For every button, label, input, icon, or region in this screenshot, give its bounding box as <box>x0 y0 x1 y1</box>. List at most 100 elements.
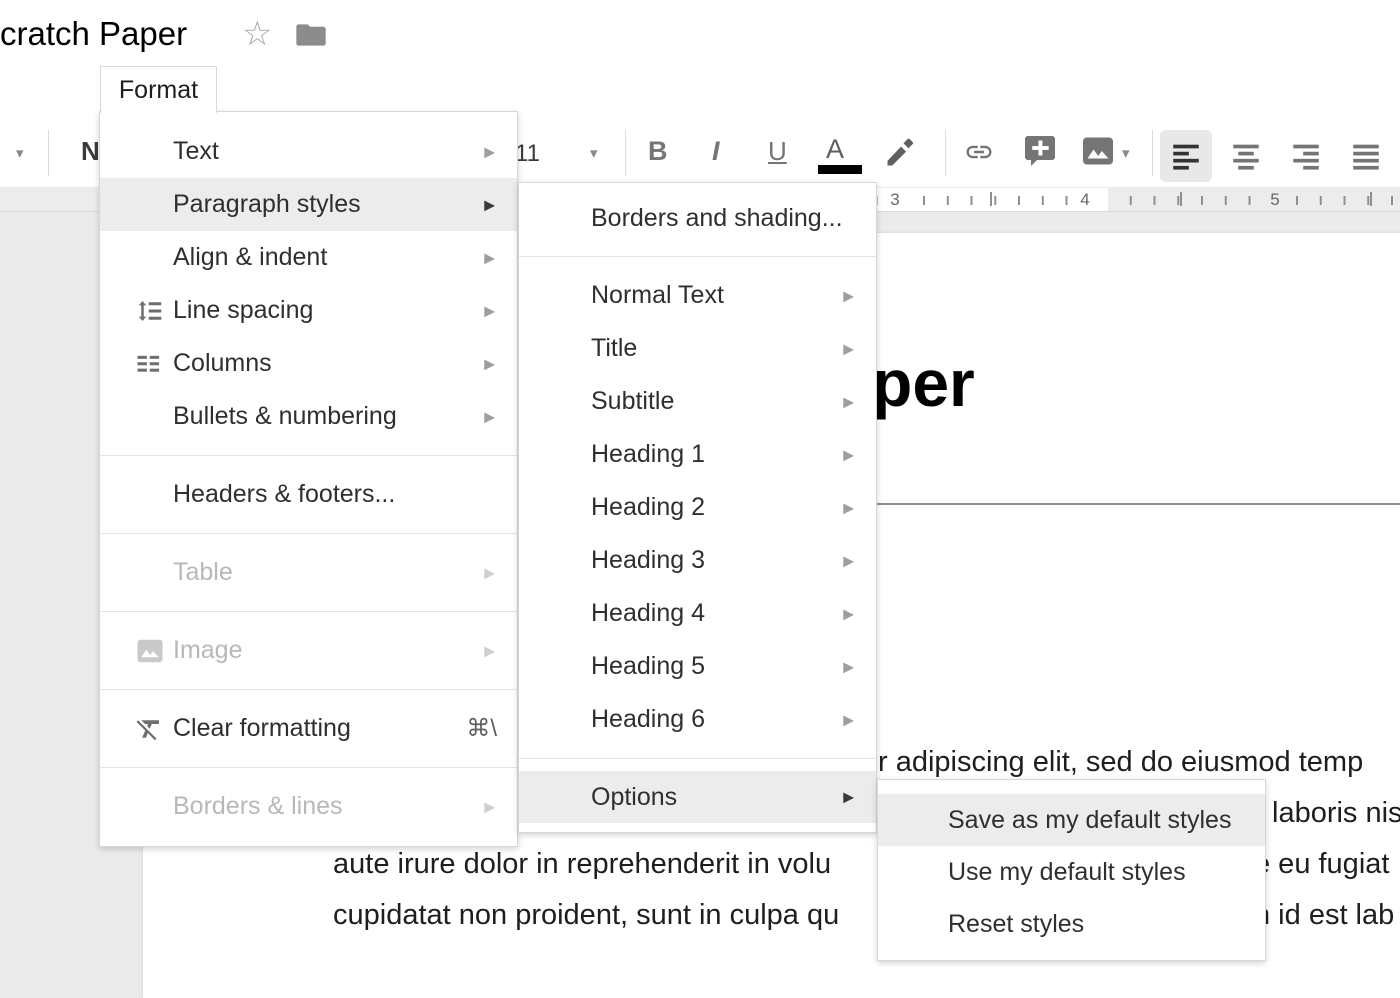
ruler-half-inch-tick <box>1370 192 1372 206</box>
ps-menu-item-borders-shading[interactable]: Borders and shading... <box>519 192 876 244</box>
menu-separator <box>100 455 517 456</box>
document-title-heading: per <box>872 345 975 421</box>
ps-menu-item-options[interactable]: Options <box>519 771 876 823</box>
menu-separator <box>100 533 517 534</box>
ruler-number: 4 <box>1074 190 1095 210</box>
format-menu-item-headers-footers[interactable]: Headers & footers... <box>100 468 517 521</box>
body-text-line: n id est lab <box>1254 899 1394 932</box>
submenu-arrow-icon <box>484 798 495 815</box>
highlight-color-button[interactable] <box>882 136 916 175</box>
image-icon <box>133 636 167 666</box>
italic-button[interactable]: I <box>712 136 720 167</box>
format-menu-item-table: Table <box>100 546 517 599</box>
format-menu: Text Paragraph styles Align & indent Lin… <box>99 111 518 847</box>
style-selector[interactable]: N <box>81 136 100 167</box>
keyboard-shortcut: ⌘\ <box>466 714 497 743</box>
align-right-button[interactable] <box>1280 130 1332 182</box>
ruler-left-margin[interactable] <box>0 188 99 212</box>
format-menu-item-image: Image <box>100 624 517 677</box>
format-menu-item-line-spacing[interactable]: Line spacing <box>100 284 517 337</box>
format-menu-item-paragraph-styles[interactable]: Paragraph styles <box>100 178 517 231</box>
menu-separator <box>100 767 517 768</box>
submenu-arrow-icon <box>484 196 495 213</box>
menu-separator <box>519 758 876 759</box>
ruler-half-inch-tick <box>1180 192 1182 206</box>
menu-format[interactable]: Format <box>100 66 217 113</box>
submenu-arrow-icon <box>484 355 495 372</box>
toolbar-dropdown-caret-icon[interactable] <box>16 144 24 162</box>
submenu-arrow-icon <box>484 564 495 581</box>
submenu-arrow-icon <box>843 711 854 728</box>
ps-menu-item-heading1[interactable]: Heading 1 <box>519 428 876 481</box>
ruler-half-inch-tick <box>990 192 992 206</box>
format-menu-item-align-indent[interactable]: Align & indent <box>100 231 517 284</box>
font-size-value[interactable]: 11 <box>515 140 540 168</box>
ps-menu-item-heading3[interactable]: Heading 3 <box>519 534 876 587</box>
submenu-arrow-icon <box>843 340 854 357</box>
options-menu-item-reset-styles[interactable]: Reset styles <box>878 898 1265 950</box>
submenu-arrow-icon <box>843 789 854 806</box>
submenu-arrow-icon <box>484 408 495 425</box>
bold-button[interactable]: B <box>648 136 668 167</box>
options-menu: Save as my default styles Use my default… <box>877 779 1266 961</box>
submenu-arrow-icon <box>843 658 854 675</box>
align-justify-button[interactable] <box>1340 130 1392 182</box>
menu-separator <box>100 689 517 690</box>
ps-menu-item-heading6[interactable]: Heading 6 <box>519 693 876 746</box>
menu-separator <box>519 256 876 257</box>
submenu-arrow-icon <box>843 552 854 569</box>
ruler-number: 5 <box>1264 190 1285 210</box>
submenu-arrow-icon <box>484 249 495 266</box>
submenu-arrow-icon <box>843 446 854 463</box>
body-text-line: aute irure dolor in reprehenderit in vol… <box>333 848 831 881</box>
toolbar-separator <box>625 130 626 176</box>
toolbar-separator <box>1152 130 1153 176</box>
align-center-button[interactable] <box>1220 130 1272 182</box>
document-title[interactable]: cratch Paper <box>0 15 187 53</box>
options-menu-item-save-default[interactable]: Save as my default styles <box>878 794 1265 846</box>
google-docs-window: cratch Paper Insert Tools Add-ons Help A… <box>0 0 1400 998</box>
clear-formatting-icon <box>133 714 165 744</box>
text-color-swatch <box>818 165 862 174</box>
columns-icon <box>133 350 163 378</box>
submenu-arrow-icon <box>484 642 495 659</box>
format-menu-item-bullets-numbering[interactable]: Bullets & numbering <box>100 390 517 443</box>
body-text-line: laboris nis <box>1272 797 1400 830</box>
paragraph-styles-menu: Borders and shading... Normal Text Title… <box>518 182 877 833</box>
format-menu-item-borders-lines: Borders & lines <box>100 780 517 833</box>
submenu-arrow-icon <box>484 302 495 319</box>
submenu-arrow-icon <box>484 143 495 160</box>
ps-menu-item-heading4[interactable]: Heading 4 <box>519 587 876 640</box>
ps-menu-item-subtitle[interactable]: Subtitle <box>519 375 876 428</box>
font-size-caret-icon[interactable] <box>590 144 598 162</box>
underline-button[interactable]: U <box>768 136 787 167</box>
title-bar: cratch Paper <box>0 0 1400 64</box>
toolbar-separator <box>945 130 946 176</box>
submenu-arrow-icon <box>843 605 854 622</box>
format-menu-item-columns[interactable]: Columns <box>100 337 517 390</box>
body-text-line: cupidatat non proident, sunt in culpa qu <box>333 899 839 932</box>
image-options-caret-icon[interactable] <box>1122 144 1130 162</box>
star-icon[interactable] <box>242 14 272 54</box>
ruler-number: 3 <box>884 190 905 210</box>
ps-menu-item-normal-text[interactable]: Normal Text <box>519 269 876 322</box>
menu-separator <box>100 611 517 612</box>
add-comment-icon[interactable] <box>1022 133 1058 174</box>
format-menu-item-clear-formatting[interactable]: Clear formatting ⌘\ <box>100 702 517 755</box>
align-left-button[interactable] <box>1160 130 1212 182</box>
toolbar-separator <box>48 130 49 176</box>
insert-image-icon[interactable] <box>1080 133 1116 174</box>
text-color-button[interactable]: A <box>826 134 844 165</box>
submenu-arrow-icon <box>843 393 854 410</box>
options-menu-item-use-default[interactable]: Use my default styles <box>878 846 1265 898</box>
line-spacing-icon <box>133 296 167 326</box>
body-text-line: r adipiscing elit, sed do eiusmod temp <box>878 746 1363 779</box>
ps-menu-item-heading5[interactable]: Heading 5 <box>519 640 876 693</box>
link-icon[interactable] <box>960 137 998 172</box>
ruler-right-margin[interactable] <box>1108 188 1400 212</box>
submenu-arrow-icon <box>843 287 854 304</box>
folder-icon[interactable] <box>295 21 327 54</box>
ps-menu-item-title[interactable]: Title <box>519 322 876 375</box>
ps-menu-item-heading2[interactable]: Heading 2 <box>519 481 876 534</box>
format-menu-item-text[interactable]: Text <box>100 125 517 178</box>
